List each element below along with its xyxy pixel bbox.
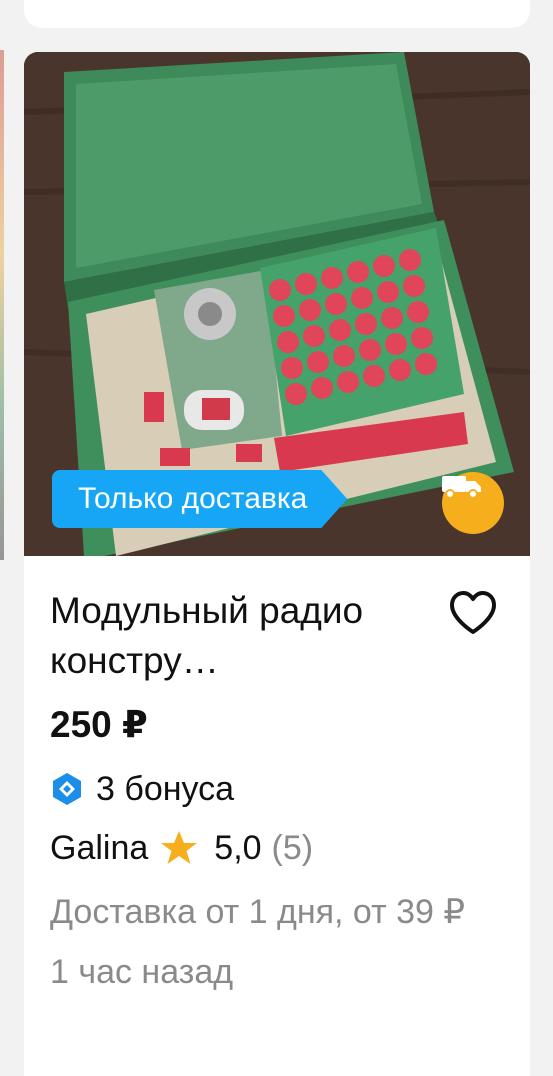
seller-name[interactable]: Galina <box>50 829 148 868</box>
listing-card[interactable]: Только доставка Модульный радио констру…… <box>24 52 530 1076</box>
truck-icon <box>442 476 481 499</box>
seller-rating: 5,0 <box>214 828 262 867</box>
delivery-only-chip: Только доставка <box>52 470 347 528</box>
favorite-button[interactable] <box>448 590 498 636</box>
bonus-text: 3 бонуса <box>96 769 235 808</box>
heart-icon <box>450 591 496 634</box>
seller-review-count: (5) <box>271 828 314 867</box>
delivery-info: Доставка от 1 дня, от 39 ₽ <box>50 893 465 931</box>
bonus-icon <box>53 773 81 805</box>
star-icon <box>161 831 198 864</box>
delivery-only-label: Только доставка <box>78 482 308 515</box>
listing-photo[interactable]: Только доставка <box>24 52 530 556</box>
bonus-row: 3 бонуса <box>50 766 504 812</box>
seller-row[interactable]: Galina 5,0 (5) <box>50 822 504 874</box>
posted-time: 1 час назад <box>50 953 234 991</box>
previous-card-edge <box>24 0 530 28</box>
truck-badge <box>442 472 504 534</box>
listing-info: Модульный радио констру… 250 ₽ 3 бонуса … <box>24 556 530 998</box>
adjacent-card-edge <box>0 50 4 560</box>
listing-price: 250 ₽ <box>50 704 148 745</box>
listing-title[interactable]: Модульный радио констру… <box>50 586 430 686</box>
